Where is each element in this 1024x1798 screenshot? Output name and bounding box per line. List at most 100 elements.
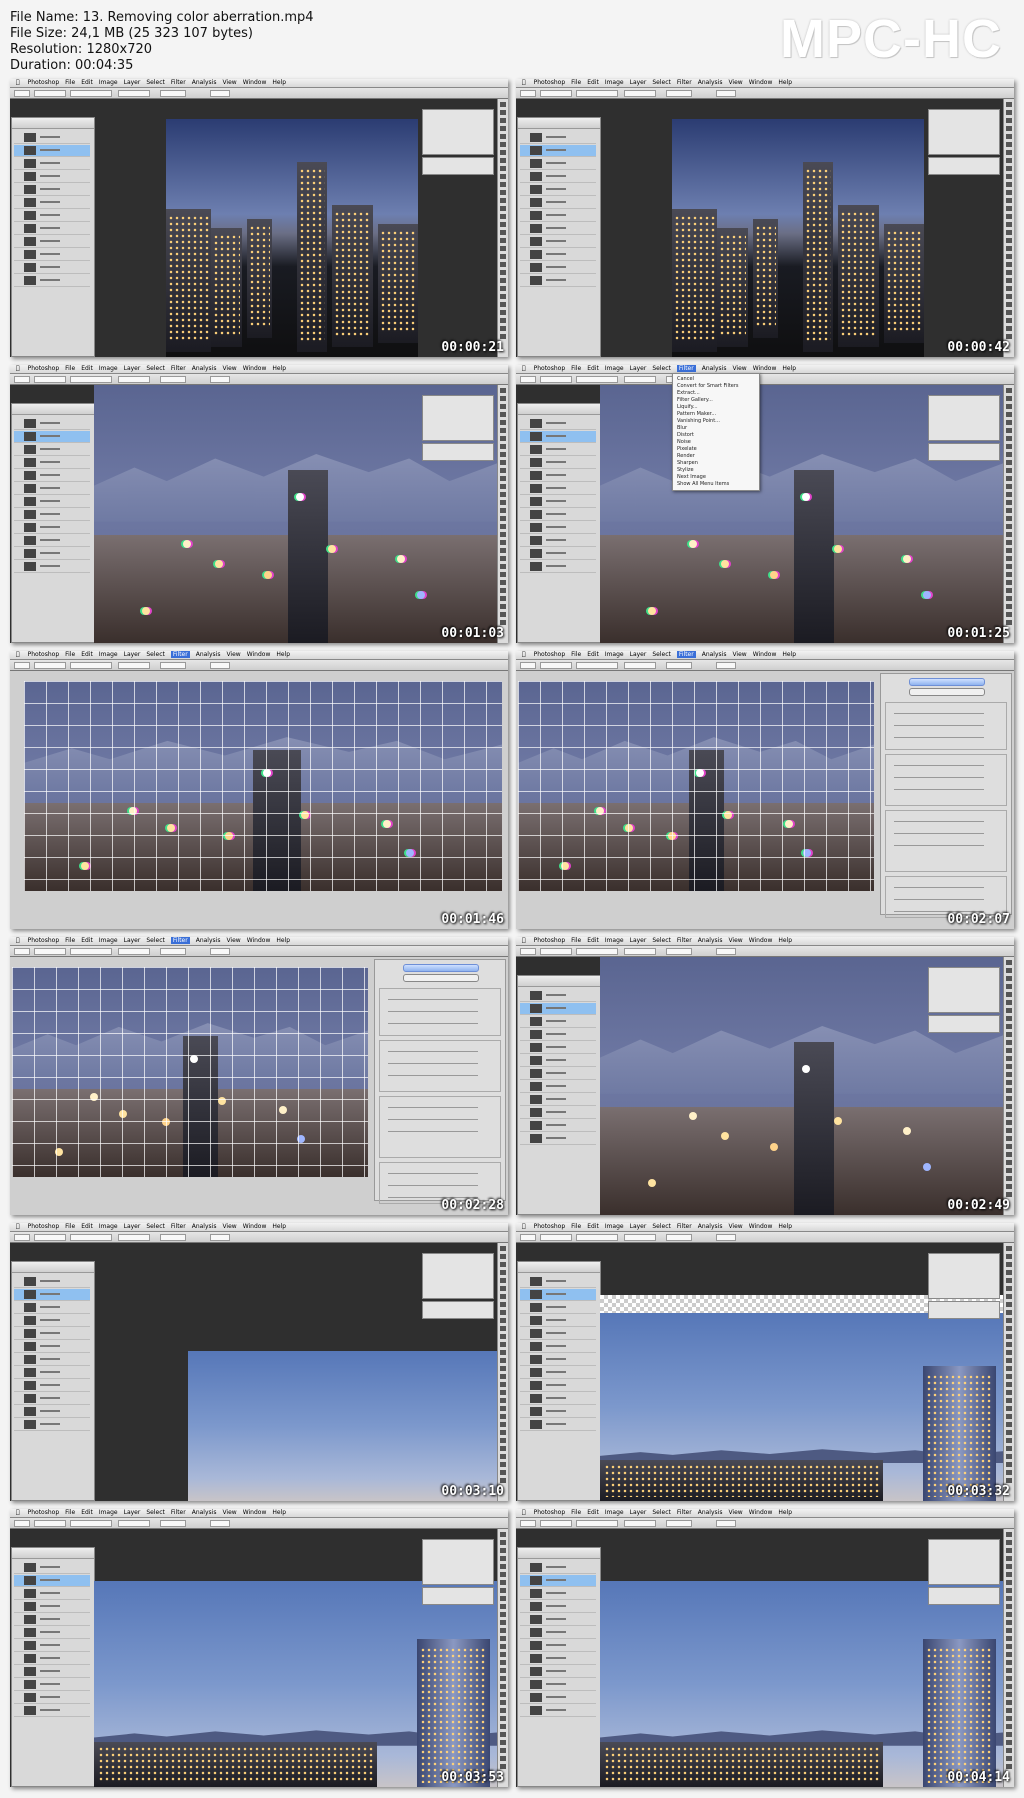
layer-row[interactable] <box>520 1120 596 1132</box>
menu-item-filter[interactable]: Filter <box>171 79 186 86</box>
tool-icon[interactable] <box>1006 198 1012 203</box>
tool-icon[interactable] <box>500 1620 506 1625</box>
video-thumbnail[interactable]:  Photoshop File Edit Image Layer Select Filter… <box>10 365 508 643</box>
tool-icon[interactable] <box>1006 1708 1012 1713</box>
tool-icon[interactable] <box>1006 246 1012 251</box>
options-field[interactable] <box>70 1234 112 1241</box>
menu-item-window[interactable]: Window <box>749 79 773 86</box>
menu-item-view[interactable]: View <box>728 937 742 944</box>
menu-item-window[interactable]: Window <box>749 937 773 944</box>
tool-icon[interactable] <box>1006 564 1012 569</box>
tool-icon[interactable] <box>1006 302 1012 307</box>
options-field[interactable] <box>70 1520 112 1527</box>
layer-row[interactable] <box>14 1315 90 1327</box>
tool-icon[interactable] <box>1006 1000 1012 1005</box>
menu-item-view[interactable]: View <box>732 365 746 372</box>
tool-icon[interactable] <box>1006 532 1012 537</box>
tool-icon[interactable] <box>1006 118 1012 123</box>
tool-icon[interactable] <box>500 1318 506 1323</box>
options-field[interactable] <box>14 90 30 97</box>
tool-icon[interactable] <box>500 1596 506 1601</box>
options-field[interactable] <box>540 948 572 955</box>
tool-icon[interactable] <box>500 1660 506 1665</box>
tool-icon[interactable] <box>500 1366 506 1371</box>
menu-item-filter[interactable]: Filter <box>170 937 190 944</box>
layer-row[interactable] <box>520 1354 596 1366</box>
slider-track[interactable] <box>388 1131 478 1132</box>
options-field[interactable] <box>666 1234 692 1241</box>
tool-icon[interactable] <box>500 1540 506 1545</box>
tool-icon[interactable] <box>1006 1294 1012 1299</box>
tool-icon[interactable] <box>1006 992 1012 997</box>
layer-row[interactable] <box>14 1692 90 1704</box>
menu-item-help[interactable]: Help <box>782 365 796 372</box>
tool-icon[interactable] <box>500 326 506 331</box>
menu-item-photoshop[interactable]: Photoshop <box>534 365 566 372</box>
layer-row[interactable] <box>14 535 90 547</box>
tool-icon[interactable] <box>1006 1032 1012 1037</box>
tool-icon[interactable] <box>500 1278 506 1283</box>
tool-icon[interactable] <box>500 436 506 441</box>
menu-item-window[interactable]: Window <box>247 937 271 944</box>
tool-icon[interactable] <box>1006 388 1012 393</box>
menu-item-edit[interactable]: Edit <box>81 937 93 944</box>
menu-item-layer[interactable]: Layer <box>630 365 647 372</box>
layer-row[interactable] <box>520 1042 596 1054</box>
options-field[interactable] <box>576 376 618 383</box>
tool-icon[interactable] <box>500 318 506 323</box>
tool-icon[interactable] <box>500 532 506 537</box>
ok-button[interactable] <box>403 964 479 972</box>
tool-icon[interactable] <box>1006 126 1012 131</box>
slider-track[interactable] <box>894 899 984 900</box>
tool-icon[interactable] <box>1006 1756 1012 1761</box>
filter-menu-item[interactable]: Stylize <box>677 467 755 474</box>
layer-row[interactable] <box>520 1302 596 1314</box>
menu-item-filter[interactable]: Filter <box>677 1223 692 1230</box>
tool-icon[interactable] <box>1006 1596 1012 1601</box>
menu-item-help[interactable]: Help <box>276 937 290 944</box>
tool-icon[interactable] <box>500 1628 506 1633</box>
layer-row[interactable] <box>520 990 596 1002</box>
tool-icon[interactable] <box>1006 1668 1012 1673</box>
tool-icon[interactable] <box>1006 412 1012 417</box>
menu-item-image[interactable]: Image <box>99 651 118 658</box>
options-field[interactable] <box>34 1520 66 1527</box>
ok-button[interactable] <box>909 678 985 686</box>
layer-row[interactable] <box>520 249 596 261</box>
options-field[interactable] <box>14 948 30 955</box>
filter-menu-item[interactable]: Noise <box>677 439 755 446</box>
menu-item-photoshop[interactable]: Photoshop <box>28 651 60 658</box>
tool-icon[interactable] <box>500 556 506 561</box>
menu-item-select[interactable]: Select <box>652 79 671 86</box>
tool-icon[interactable] <box>1006 436 1012 441</box>
tool-icon[interactable] <box>500 1636 506 1641</box>
menu-item-help[interactable]: Help <box>272 79 286 86</box>
tool-icon[interactable] <box>500 500 506 505</box>
layer-row[interactable] <box>520 1614 596 1626</box>
menu-item-edit[interactable]: Edit <box>587 651 599 658</box>
tool-icon[interactable] <box>1006 1056 1012 1061</box>
layer-row[interactable] <box>14 444 90 456</box>
tool-icon[interactable] <box>1006 1080 1012 1085</box>
menu-item-layer[interactable]: Layer <box>124 1509 141 1516</box>
tool-icon[interactable] <box>500 198 506 203</box>
tool-icon[interactable] <box>1006 1588 1012 1593</box>
tool-icon[interactable] <box>500 524 506 529</box>
layer-row[interactable] <box>14 132 90 144</box>
tool-icon[interactable] <box>500 1604 506 1609</box>
tool-icon[interactable] <box>500 572 506 577</box>
menu-item-edit[interactable]: Edit <box>587 1223 599 1230</box>
layer-row[interactable] <box>520 1640 596 1652</box>
filter-menu-item[interactable]: Extract... <box>677 390 755 397</box>
tool-icon[interactable] <box>1006 1342 1012 1347</box>
menu-item-file[interactable]: File <box>65 79 75 86</box>
layer-row[interactable] <box>14 210 90 222</box>
options-field[interactable] <box>160 662 186 669</box>
filter-menu-item[interactable]: Liquify... <box>677 404 755 411</box>
options-field[interactable] <box>520 376 536 383</box>
menu-item-layer[interactable]: Layer <box>124 365 141 372</box>
options-field[interactable] <box>118 1520 150 1527</box>
layer-row[interactable] <box>520 1068 596 1080</box>
menu-item-analysis[interactable]: Analysis <box>698 1223 723 1230</box>
slider-track[interactable] <box>388 1107 478 1108</box>
